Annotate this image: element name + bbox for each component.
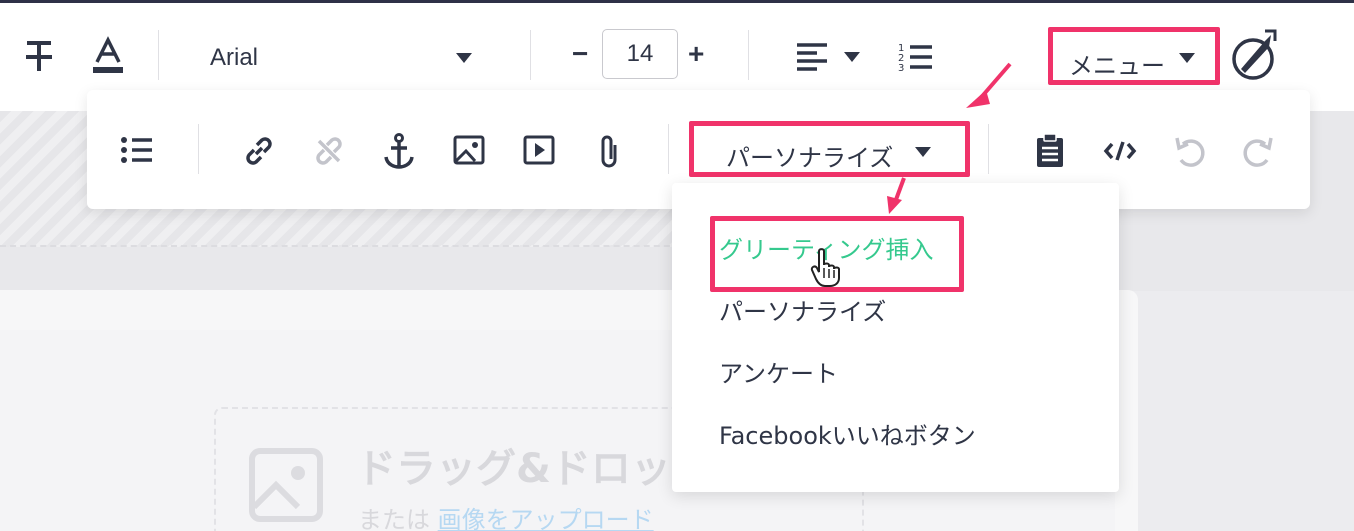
chevron-down-icon bbox=[1179, 53, 1195, 63]
rocket-icon[interactable] bbox=[1230, 28, 1280, 82]
code-view-icon[interactable] bbox=[1102, 138, 1138, 164]
unlink-icon[interactable] bbox=[312, 134, 346, 168]
personalize-dropdown-button[interactable]: パーソナライズ bbox=[689, 121, 970, 177]
upload-image-link[interactable]: 画像をアップロード bbox=[438, 506, 654, 531]
unordered-list-icon[interactable] bbox=[120, 134, 154, 166]
attachment-icon[interactable] bbox=[594, 132, 624, 170]
image-placeholder-icon bbox=[249, 448, 323, 522]
menu-item-personalize[interactable]: パーソナライズ bbox=[719, 292, 886, 327]
undo-icon[interactable] bbox=[1172, 133, 1208, 169]
font-family-value: Arial bbox=[210, 44, 259, 71]
svg-text:3: 3 bbox=[898, 63, 904, 73]
chevron-down-icon[interactable] bbox=[844, 52, 860, 62]
font-family-select[interactable]: Arial bbox=[210, 38, 480, 78]
increase-size-button[interactable]: + bbox=[688, 38, 704, 70]
separator bbox=[530, 30, 531, 80]
menu-label: メニュー bbox=[1069, 52, 1165, 80]
menu-item-survey[interactable]: アンケート bbox=[719, 354, 838, 389]
dropzone-title: ドラッグ&ドロップ bbox=[356, 446, 711, 492]
separator bbox=[198, 124, 199, 174]
font-size-input[interactable]: 14 bbox=[602, 29, 678, 79]
text-color-icon[interactable] bbox=[90, 36, 126, 76]
video-icon[interactable] bbox=[522, 134, 556, 166]
dropzone-subtitle: または 画像をアップロード bbox=[358, 500, 654, 531]
chevron-down-icon bbox=[915, 147, 931, 157]
separator bbox=[668, 124, 669, 174]
image-icon[interactable] bbox=[452, 134, 486, 166]
ordered-list-icon[interactable]: 123 bbox=[898, 40, 934, 74]
redo-icon[interactable] bbox=[1240, 133, 1276, 169]
dropzone-sub-prefix: または bbox=[358, 506, 430, 531]
clipboard-icon[interactable] bbox=[1034, 132, 1066, 170]
hand-cursor-icon bbox=[810, 248, 840, 287]
align-left-icon[interactable] bbox=[794, 40, 830, 72]
decrease-size-button[interactable]: − bbox=[572, 38, 588, 70]
link-icon[interactable] bbox=[242, 134, 276, 168]
menu-dropdown-button[interactable]: メニュー bbox=[1048, 27, 1220, 85]
separator bbox=[158, 30, 159, 80]
strikethrough-icon[interactable] bbox=[22, 38, 56, 74]
menu-item-facebook-like[interactable]: Facebookいいねボタン bbox=[719, 416, 976, 451]
separator bbox=[988, 124, 989, 174]
anchor-icon[interactable] bbox=[382, 132, 416, 170]
separator bbox=[748, 30, 749, 80]
personalize-label: パーソナライズ bbox=[726, 144, 894, 172]
chevron-down-icon bbox=[456, 53, 472, 63]
